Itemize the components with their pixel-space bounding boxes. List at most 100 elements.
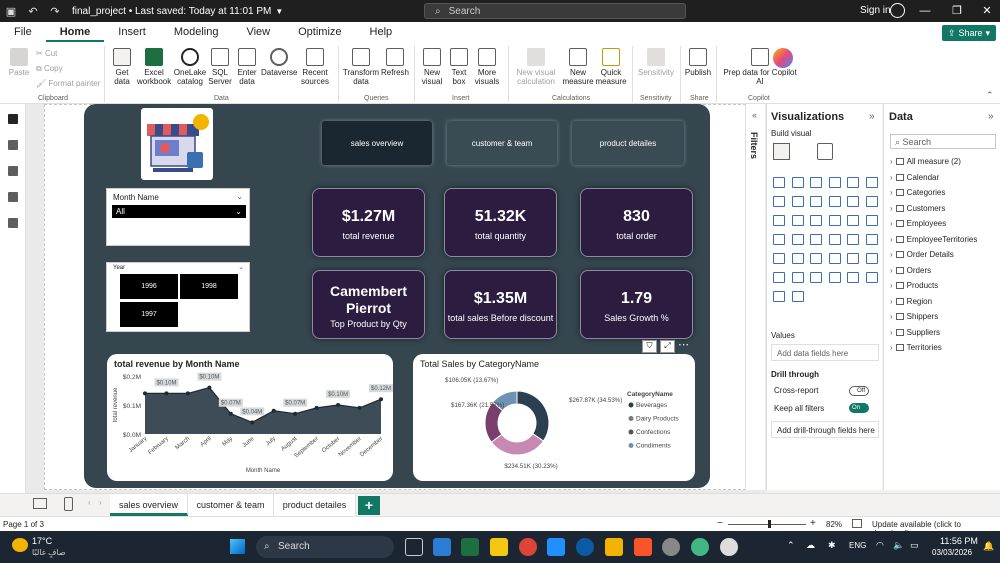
table-view-icon[interactable] (8, 140, 18, 150)
filled-map-icon[interactable] (791, 234, 804, 245)
clustered-column-icon[interactable] (828, 177, 841, 188)
menu-file[interactable]: File (0, 22, 46, 42)
data-search-input[interactable]: ⌕ Search (890, 134, 996, 149)
table-customers[interactable]: › Customers (890, 204, 945, 213)
focus-mode-icon[interactable]: ⤢ (660, 340, 675, 353)
report-view-icon[interactable] (8, 114, 18, 124)
minimize-icon[interactable]: — (910, 0, 940, 22)
year-tile-1997[interactable]: 1997 (120, 302, 178, 327)
clock-time[interactable]: 11:56 PM (940, 536, 978, 546)
undo-icon[interactable]: ↶ (22, 5, 44, 18)
table-icon[interactable] (828, 253, 841, 264)
legend-item[interactable]: Condiments (636, 443, 671, 450)
close-icon[interactable]: ✕ (972, 0, 1000, 22)
nav-sales-overview[interactable]: sales overview (322, 121, 432, 165)
legend-item[interactable]: Beverages (636, 402, 668, 409)
waterfall-icon[interactable] (773, 215, 785, 226)
gauge-icon[interactable] (847, 234, 859, 245)
tab-product-detailes[interactable]: product detailes (274, 494, 356, 516)
nav-customer-team[interactable]: customer & team (447, 121, 557, 165)
power-apps-icon[interactable] (773, 291, 785, 302)
azure-map-icon[interactable] (810, 234, 822, 245)
menu-insert[interactable]: Insert (104, 22, 160, 42)
month-slicer[interactable]: Month Name ⌄ All ⌄ (106, 188, 250, 246)
quick-measure-button[interactable]: Quick measure (594, 48, 628, 86)
tab-sales-overview[interactable]: sales overview (110, 494, 188, 516)
legend-item[interactable]: Dairy Products (636, 416, 679, 423)
paginated-icon[interactable] (865, 272, 878, 283)
data-point[interactable] (314, 405, 319, 410)
battery-icon[interactable]: ▭ (910, 540, 919, 551)
data-point[interactable] (185, 391, 190, 396)
legend-item[interactable]: Confections (636, 429, 671, 436)
recent-sources-button[interactable]: Recent sources (298, 48, 332, 86)
data-point[interactable] (143, 391, 147, 396)
sales-by-category-card[interactable]: Total Sales by CategoryName $267.87K (34… (413, 354, 695, 481)
chevron-up-icon[interactable]: ⌃ (986, 90, 994, 101)
table-employeeterritories[interactable]: › EmployeeTerritories (890, 235, 977, 244)
clock-date[interactable]: 03/03/2026 (932, 548, 972, 557)
onedrive-icon[interactable]: ☁ (806, 540, 815, 551)
data-point[interactable] (271, 408, 276, 413)
line-clustered-icon[interactable] (847, 196, 859, 207)
powerbi-icon[interactable] (490, 538, 508, 556)
new-visual-calculation-button[interactable]: New visual calculation (512, 48, 560, 86)
format-painter-button[interactable]: 🖌 Format painter (36, 79, 100, 88)
table-suppliers[interactable]: › Suppliers (890, 328, 940, 337)
ribbon-icon[interactable] (865, 196, 878, 207)
vscode-icon[interactable] (433, 538, 451, 556)
tab-scroll-right-icon[interactable]: › (99, 498, 102, 507)
taskbar-search[interactable]: ⌕ Search (256, 536, 394, 558)
redo-icon[interactable]: ↷ (44, 5, 66, 18)
100-bar-icon[interactable] (847, 177, 859, 188)
slicer-icon[interactable] (810, 253, 822, 264)
r-visual-icon[interactable] (865, 253, 878, 264)
keep-filters-toggle[interactable]: On (849, 403, 869, 413)
chevron-down-icon[interactable]: ▼ (275, 7, 283, 16)
scatter-icon[interactable] (810, 215, 822, 226)
onelake-button[interactable]: OneLake catalog (172, 48, 208, 86)
mobile-layout-icon[interactable] (64, 497, 73, 511)
file-explorer-icon[interactable] (605, 538, 623, 556)
area-icon[interactable] (791, 196, 804, 207)
notification-icon[interactable]: 🔔 (983, 541, 994, 552)
data-point[interactable] (379, 397, 383, 402)
table-region[interactable]: › Region (890, 297, 932, 306)
document-title[interactable]: final_project • Last saved: Today at 11:… (72, 6, 271, 17)
menu-home[interactable]: Home (45, 22, 105, 42)
kpi-icon[interactable] (791, 253, 804, 264)
tmdl-view-icon[interactable] (8, 218, 18, 228)
data-point[interactable] (293, 411, 298, 416)
table-shippers[interactable]: › Shippers (890, 312, 938, 321)
bluetooth-icon[interactable]: ✱ (828, 540, 836, 551)
obs-icon[interactable] (662, 538, 680, 556)
chevron-down-icon[interactable]: ⌄ (238, 263, 244, 271)
excel-button[interactable]: Excel workbook (137, 48, 171, 86)
month-dropdown[interactable]: All ⌄ (112, 205, 246, 218)
excel-taskbar-icon[interactable] (461, 538, 479, 556)
data-point[interactable] (357, 405, 362, 410)
more-options-icon[interactable]: ⋯ (678, 338, 689, 351)
data-point[interactable] (250, 420, 255, 425)
dax-query-icon[interactable] (8, 192, 18, 202)
desktop-layout-icon[interactable] (33, 498, 47, 509)
cut-button[interactable]: ✂ Cut (36, 49, 57, 58)
get-data-button[interactable]: Get data (108, 48, 136, 86)
chevron-down-icon[interactable]: ⌄ (236, 192, 243, 201)
model-view-icon[interactable] (8, 166, 18, 176)
copilot-icon[interactable] (773, 48, 793, 68)
sql-server-button[interactable]: SQL Server (208, 48, 232, 86)
chrome-icon[interactable] (519, 538, 537, 556)
media-player-icon[interactable] (720, 538, 738, 556)
edge-icon[interactable] (576, 538, 594, 556)
weather-icon[interactable] (12, 538, 28, 552)
menu-help[interactable]: Help (356, 22, 407, 42)
sign-in-link[interactable]: Sign in (860, 0, 891, 22)
arcgis-icon[interactable] (828, 234, 841, 245)
stacked-column-icon[interactable] (791, 177, 804, 188)
map-icon[interactable] (773, 234, 785, 245)
stacked-area-icon[interactable] (810, 196, 822, 207)
menu-optimize[interactable]: Optimize (284, 22, 355, 42)
table-categories[interactable]: › Categories (890, 188, 945, 197)
zoom-out-icon[interactable]: − (717, 518, 723, 529)
